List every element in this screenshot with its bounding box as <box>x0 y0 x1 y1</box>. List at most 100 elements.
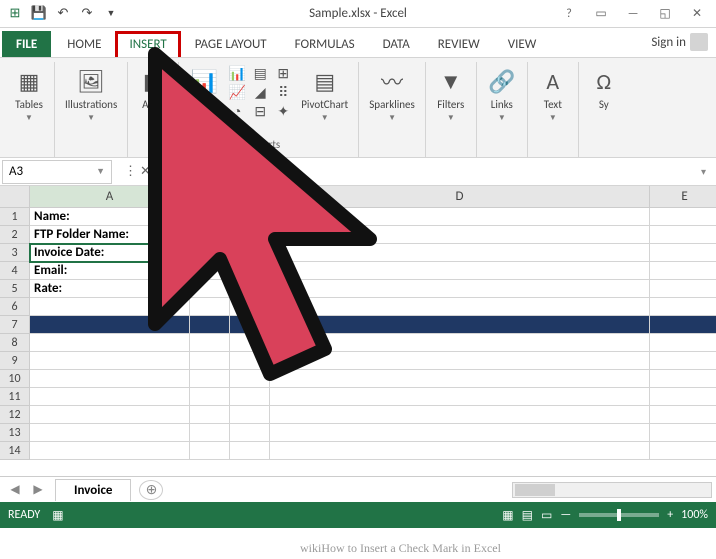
cell[interactable]: Email: <box>30 262 190 280</box>
cell[interactable] <box>270 208 650 226</box>
cell[interactable] <box>230 244 270 262</box>
minimize-icon[interactable]: — <box>618 3 648 25</box>
cell[interactable] <box>230 388 270 406</box>
cell[interactable] <box>230 406 270 424</box>
view-normal-icon[interactable]: ▦ <box>502 508 513 523</box>
column-header[interactable]: E <box>650 186 716 208</box>
cell[interactable]: Rate: <box>30 280 190 298</box>
cell[interactable]: FTP Folder Name: <box>30 226 190 244</box>
cell[interactable] <box>270 298 650 316</box>
cell[interactable] <box>190 334 230 352</box>
cell[interactable] <box>650 316 716 334</box>
cell[interactable] <box>190 406 230 424</box>
formula-input[interactable]: e Date: <box>187 164 691 179</box>
area-chart-icon[interactable]: ◢ <box>250 83 270 101</box>
zoom-in-icon[interactable]: + <box>667 508 673 522</box>
cell[interactable] <box>30 424 190 442</box>
select-all-button[interactable] <box>0 186 30 208</box>
cell[interactable] <box>270 316 650 334</box>
cell[interactable] <box>30 298 190 316</box>
cell[interactable] <box>30 370 190 388</box>
zoom-slider[interactable] <box>579 513 659 517</box>
scatter-chart-icon[interactable]: ⠿ <box>273 83 293 101</box>
bar-chart-icon[interactable]: ▤ <box>250 64 270 82</box>
column-chart-icon[interactable]: 📊 <box>227 64 247 82</box>
cell[interactable] <box>230 424 270 442</box>
cell[interactable] <box>270 442 650 460</box>
row-header[interactable]: 1 <box>0 208 30 226</box>
row-header[interactable]: 10 <box>0 370 30 388</box>
cell[interactable] <box>270 280 650 298</box>
tab-view[interactable]: VIEW <box>494 31 551 57</box>
cell[interactable] <box>230 370 270 388</box>
cell[interactable] <box>30 388 190 406</box>
row-header[interactable]: 13 <box>0 424 30 442</box>
column-header[interactable]: A <box>30 186 190 208</box>
cell[interactable]: Invoice Date: <box>30 244 190 262</box>
ribbon-options-icon[interactable]: ▭ <box>586 3 616 25</box>
cell[interactable] <box>270 334 650 352</box>
zoom-out-icon[interactable]: — <box>560 508 571 522</box>
undo-icon[interactable]: ↶ <box>52 3 74 25</box>
tab-insert[interactable]: INSERT <box>115 31 180 57</box>
tab-page-layout[interactable]: PAGE LAYOUT <box>181 31 281 57</box>
cell[interactable] <box>30 334 190 352</box>
cell[interactable] <box>650 298 716 316</box>
cell[interactable] <box>190 226 230 244</box>
illustrations-button[interactable]: 🖼 Illustrations ▼ <box>61 64 121 125</box>
row-header[interactable]: 3 <box>0 244 30 262</box>
cell[interactable] <box>230 298 270 316</box>
cell[interactable] <box>190 244 230 262</box>
pivotchart-button[interactable]: ▤ PivotChart ▼ <box>297 64 352 125</box>
cell[interactable] <box>270 262 650 280</box>
text-button[interactable]: A Text ▼ <box>534 64 572 125</box>
cell[interactable] <box>650 424 716 442</box>
cell[interactable] <box>270 370 650 388</box>
spreadsheet[interactable]: ADE1Name:2FTP Folder Name:3Invoice Date:… <box>0 186 716 476</box>
cell[interactable] <box>190 262 230 280</box>
cell[interactable] <box>190 352 230 370</box>
excel-icon[interactable]: ⊞ <box>4 3 26 25</box>
name-box[interactable]: A3 ▼ <box>2 160 112 184</box>
row-header[interactable]: 12 <box>0 406 30 424</box>
row-header[interactable]: 7 <box>0 316 30 334</box>
cell[interactable] <box>190 298 230 316</box>
pie-chart-icon[interactable]: ◔ <box>227 102 247 120</box>
row-header[interactable]: 11 <box>0 388 30 406</box>
cell[interactable] <box>30 316 190 334</box>
cell[interactable] <box>650 262 716 280</box>
cell[interactable] <box>270 406 650 424</box>
row-header[interactable]: 14 <box>0 442 30 460</box>
cell[interactable] <box>190 424 230 442</box>
links-button[interactable]: 🔗 Links ▼ <box>483 64 521 125</box>
help-icon[interactable]: ? <box>554 3 584 25</box>
row-header[interactable]: 8 <box>0 334 30 352</box>
tab-prev-icon[interactable]: ◀ <box>4 480 26 500</box>
cell[interactable] <box>650 244 716 262</box>
tab-data[interactable]: DATA <box>369 31 424 57</box>
fx-icon[interactable]: ⋮ ✕ ✓ 𝑓ₓ <box>114 160 187 184</box>
cell[interactable] <box>650 406 716 424</box>
cell[interactable] <box>230 280 270 298</box>
redo-icon[interactable]: ↷ <box>76 3 98 25</box>
column-header[interactable] <box>190 186 230 208</box>
chevron-down-icon[interactable]: ▼ <box>96 166 105 177</box>
cell[interactable] <box>270 226 650 244</box>
column-header[interactable] <box>230 186 270 208</box>
symbols-button[interactable]: Ω Sy <box>585 64 623 113</box>
cell[interactable] <box>190 208 230 226</box>
cell[interactable] <box>650 370 716 388</box>
add-sheet-icon[interactable]: ⊕ <box>139 480 163 500</box>
stock-chart-icon[interactable]: ⊞ <box>273 64 293 82</box>
cell[interactable] <box>30 352 190 370</box>
cell[interactable] <box>270 388 650 406</box>
filters-button[interactable]: ▼ Filters ▼ <box>432 64 470 125</box>
cell[interactable] <box>230 352 270 370</box>
cell[interactable] <box>270 352 650 370</box>
cell[interactable] <box>650 334 716 352</box>
cell[interactable] <box>650 208 716 226</box>
cell[interactable] <box>650 352 716 370</box>
cell[interactable] <box>230 316 270 334</box>
macro-icon[interactable]: ▦ <box>52 508 63 523</box>
column-header[interactable]: D <box>270 186 650 208</box>
